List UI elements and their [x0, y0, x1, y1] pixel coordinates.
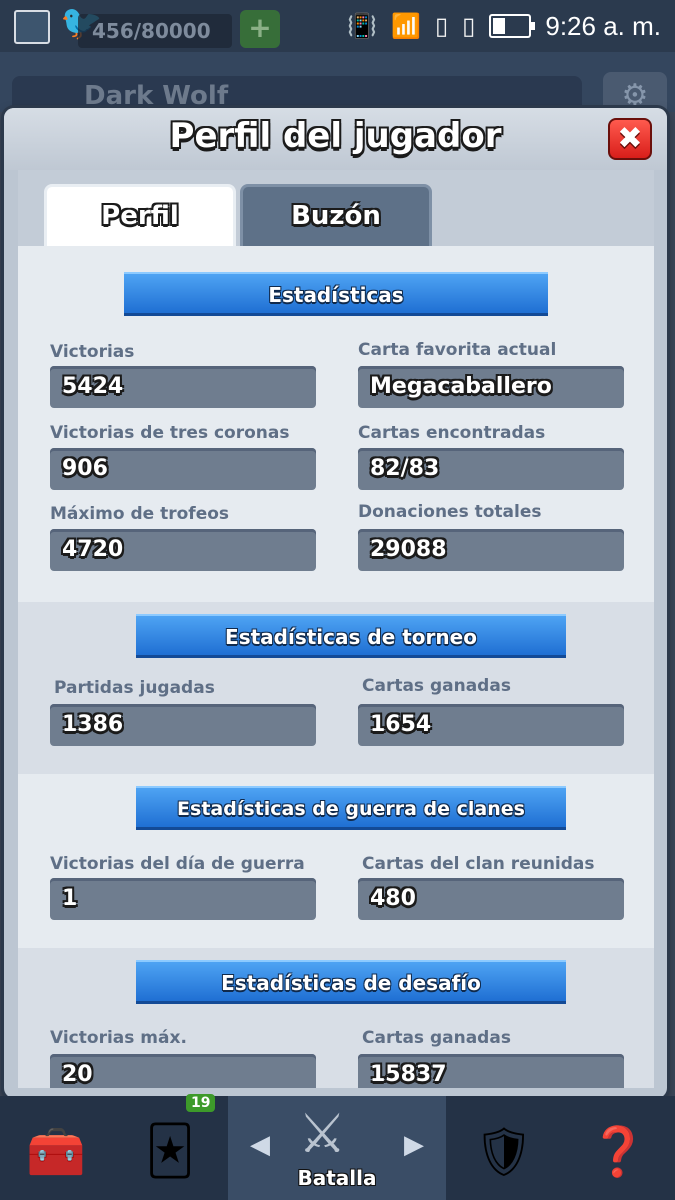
- profile-content[interactable]: Estadísticas Victorias 5424 Carta favori…: [18, 246, 654, 1088]
- shop-chest-icon[interactable]: 🧰: [0, 1102, 112, 1200]
- stat-label: Victorias del día de guerra: [50, 854, 305, 874]
- clock: 9:26 a. m.: [545, 10, 661, 41]
- stat-value-victorias: 5424: [50, 366, 316, 408]
- close-button[interactable]: ✖: [608, 118, 652, 160]
- stat-value-carta-favorita: Megacaballero: [358, 366, 624, 408]
- section-ribbon: Estadísticas: [124, 272, 548, 316]
- stat-label: Cartas ganadas: [362, 676, 511, 696]
- battle-tab[interactable]: ◀ ⚔ ▶ Batalla: [228, 1096, 446, 1200]
- battle-swords-icon: ⚔: [298, 1102, 347, 1165]
- section-estadisticas: Estadísticas Victorias 5424 Carta favori…: [18, 246, 654, 602]
- tab-buzon[interactable]: Buzón: [240, 184, 432, 246]
- modal-header: Perfil del jugador ✖: [4, 108, 667, 170]
- section-ribbon: Estadísticas de desafío: [136, 960, 566, 1004]
- sim2-icon: ▯: [462, 12, 476, 40]
- stat-label: Cartas ganadas: [362, 1028, 511, 1048]
- status-icons: 📳 📶 ▯ ▯ 9:26 a. m.: [347, 6, 661, 46]
- battery-icon: [489, 14, 536, 38]
- stat-label: Cartas del clan reunidas: [362, 854, 595, 874]
- stat-label: Carta favorita actual: [358, 340, 557, 360]
- section-ribbon: Estadísticas de torneo: [136, 614, 566, 658]
- clan-icon[interactable]: 🛡: [448, 1102, 560, 1200]
- stat-value-donaciones: 29088: [358, 529, 624, 571]
- tab-bar: Perfil Buzón: [18, 170, 654, 246]
- add-gems-button[interactable]: +: [240, 10, 280, 48]
- stat-value-tres-coronas: 906: [50, 448, 316, 490]
- stat-value-cartas-ganadas-desafio: 15837: [358, 1054, 624, 1088]
- chevron-right-icon[interactable]: ▶: [404, 1130, 424, 1160]
- stat-value-cartas-encontradas: 82/83: [358, 448, 624, 490]
- sim1-icon: ▯: [434, 12, 449, 40]
- section-guerra-clanes: Estadísticas de guerra de clanes Victori…: [18, 774, 654, 948]
- cards-icon[interactable]: 🃏: [114, 1102, 226, 1200]
- player-profile-modal: Perfil del jugador ✖ Perfil Buzón Estadí…: [4, 108, 667, 1098]
- image-icon: [14, 10, 50, 44]
- stat-value-maximo-trofeos: 4720: [50, 529, 316, 571]
- stat-value-cartas-ganadas-torneo: 1654: [358, 704, 624, 746]
- tab-perfil[interactable]: Perfil: [44, 184, 236, 246]
- section-ribbon: Estadísticas de guerra de clanes: [136, 786, 566, 830]
- cards-badge: 19: [186, 1094, 216, 1112]
- wifi-icon: 📶: [391, 12, 421, 40]
- stat-label: Donaciones totales: [358, 502, 542, 522]
- status-bar: 🐦 456/80000 + 📳 📶 ▯ ▯ 9:26 a. m.: [0, 0, 675, 52]
- section-torneo: Estadísticas de torneo Partidas jugadas …: [18, 602, 654, 774]
- stat-label: Victorias de tres coronas: [50, 423, 290, 443]
- stat-value-victorias-guerra: 1: [50, 878, 316, 920]
- stat-label: Máximo de trofeos: [50, 504, 230, 524]
- gem-counter: 456/80000: [78, 14, 232, 48]
- stat-value-victorias-max: 20: [50, 1054, 316, 1088]
- stat-value-cartas-clan: 480: [358, 878, 624, 920]
- stat-label: Victorias máx.: [50, 1028, 187, 1048]
- stat-label: Partidas jugadas: [54, 678, 215, 698]
- close-icon: ✖: [617, 121, 643, 156]
- battle-label: Batalla: [297, 1166, 377, 1190]
- section-desafio: Estadísticas de desafío Victorias máx. 2…: [18, 948, 654, 1088]
- chevron-left-icon[interactable]: ◀: [250, 1130, 270, 1160]
- modal-title: Perfil del jugador: [169, 116, 502, 156]
- vibrate-icon: 📳: [347, 12, 378, 40]
- stat-value-partidas-jugadas: 1386: [50, 704, 316, 746]
- stat-label: Cartas encontradas: [358, 423, 546, 443]
- tournament-question-icon[interactable]: ❓: [562, 1102, 674, 1200]
- bottom-nav: 🧰 🃏 ◀ ⚔ ▶ Batalla 🛡 ❓: [0, 1096, 675, 1200]
- stat-label: Victorias: [50, 342, 135, 362]
